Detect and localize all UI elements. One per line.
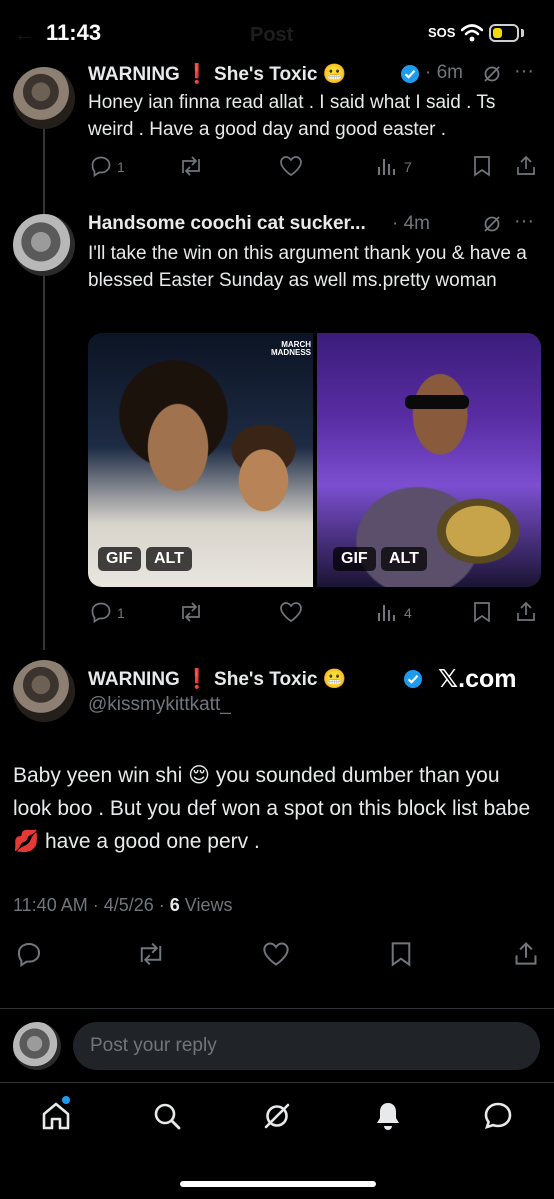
avatar[interactable] <box>13 67 75 129</box>
tweet1-display-name[interactable]: WARNING ❗ She's Toxic 😬 <box>88 62 346 86</box>
more-icon[interactable]: ··· <box>514 60 534 83</box>
repost-icon[interactable] <box>178 601 204 623</box>
status-sos: SOS <box>428 25 456 40</box>
timestamp-text: 11:40 AM · 4/5/26 · <box>13 895 170 915</box>
bookmark-icon[interactable] <box>389 941 413 967</box>
reply-icon[interactable] <box>90 601 112 623</box>
battery-level <box>493 28 502 38</box>
repost-icon[interactable] <box>136 941 166 967</box>
reply-icon[interactable] <box>90 155 112 177</box>
avatar <box>13 1022 61 1070</box>
tweet2-time: · 4m <box>392 213 430 234</box>
share-icon[interactable] <box>515 154 537 176</box>
gif-badge: GIF <box>98 547 141 571</box>
verified-icon <box>401 65 419 83</box>
notifications-icon[interactable] <box>372 1100 404 1132</box>
alt-badge[interactable]: ALT <box>146 547 192 571</box>
tweet1-reply-count: 1 <box>117 159 125 175</box>
tweet1-time: · 6m <box>425 62 463 83</box>
gif-media-2[interactable]: GIF ALT <box>317 333 541 587</box>
reply-icon[interactable] <box>16 941 42 967</box>
share-icon[interactable] <box>515 600 537 622</box>
battery-tip <box>521 29 524 37</box>
main-display-name[interactable]: WARNING ❗ She's Toxic 😬 <box>88 667 346 691</box>
verified-icon <box>404 670 422 688</box>
media-overlay-text: MARCH MADNESS <box>270 340 311 357</box>
wifi-icon <box>461 24 483 42</box>
avatar[interactable] <box>13 660 75 722</box>
tweet1-view-count: 7 <box>404 159 412 175</box>
grok-icon[interactable] <box>482 64 502 84</box>
search-icon[interactable] <box>151 1100 183 1132</box>
share-icon[interactable] <box>513 940 539 966</box>
like-icon[interactable] <box>279 155 303 177</box>
main-handle[interactable]: @kissmykittkatt_ <box>88 694 231 716</box>
main-tweet-text: Baby yeen win shi 😌 you sounded dumber t… <box>13 764 531 853</box>
divider <box>0 1008 554 1009</box>
grok-icon[interactable] <box>261 1100 293 1132</box>
bookmark-icon[interactable] <box>472 601 492 623</box>
views-icon[interactable] <box>376 601 398 623</box>
tweet2-reply-count: 1 <box>117 605 125 621</box>
notification-dot <box>62 1096 70 1104</box>
back-arrow-icon[interactable]: ← <box>14 24 34 47</box>
messages-icon[interactable] <box>482 1100 514 1132</box>
home-icon[interactable] <box>40 1100 72 1132</box>
views-icon[interactable] <box>376 155 398 177</box>
reply-placeholder[interactable]: Post your reply <box>90 1035 217 1057</box>
bookmark-icon[interactable] <box>472 155 492 177</box>
thread-line <box>43 125 45 650</box>
page-header-title: Post <box>250 24 294 46</box>
tweet1-text: Honey ian finna read allat . I said what… <box>88 92 496 140</box>
more-icon[interactable]: ··· <box>514 210 534 233</box>
divider <box>0 1082 554 1083</box>
like-icon[interactable] <box>262 941 290 967</box>
status-time: 11:43 <box>46 20 102 45</box>
like-icon[interactable] <box>279 601 303 623</box>
repost-icon[interactable] <box>178 155 204 177</box>
tweet2-view-count: 4 <box>404 605 412 621</box>
alt-badge[interactable]: ALT <box>381 547 427 571</box>
home-indicator <box>180 1181 376 1187</box>
views-count: 6 <box>169 895 180 915</box>
tweet2-display-name[interactable]: Handsome coochi cat sucker... <box>88 213 366 235</box>
sunglasses-shape <box>405 395 469 409</box>
tweet2-text: I'll take the win on this argument thank… <box>88 243 527 291</box>
grok-icon[interactable] <box>482 214 502 234</box>
avatar[interactable] <box>13 214 75 276</box>
battery-icon <box>489 24 519 42</box>
x-watermark: 𝕏.com <box>438 665 517 693</box>
gif-badge: GIF <box>333 547 376 571</box>
views-label: Views <box>179 895 233 915</box>
gif-media-1[interactable]: MARCH MADNESS GIF ALT <box>88 333 313 587</box>
main-timestamp: 11:40 AM · 4/5/26 · 6 Views <box>13 895 232 916</box>
